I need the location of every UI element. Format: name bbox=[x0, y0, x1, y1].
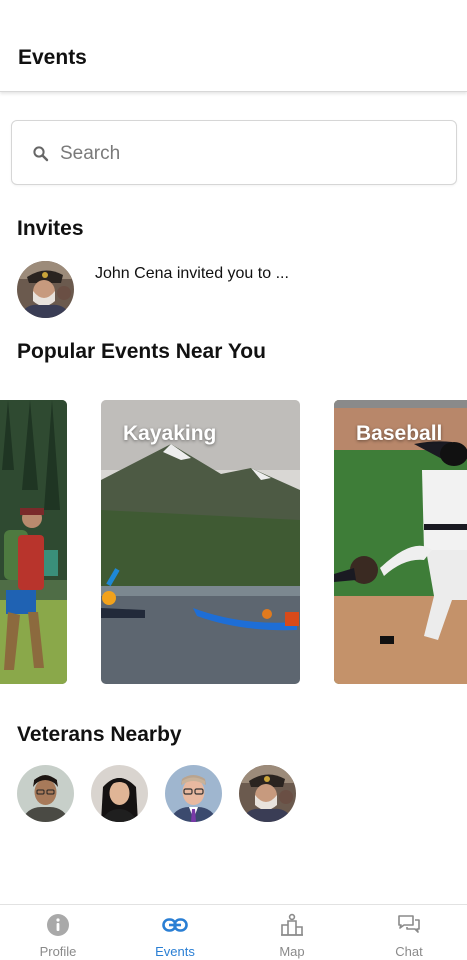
search-input[interactable] bbox=[60, 139, 440, 169]
invite-message[interactable]: John Cena invited you to ... bbox=[95, 265, 289, 283]
bottom-tab-bar: Profile Events Map Chat bbox=[0, 904, 467, 960]
event-card-title: Kayaking bbox=[123, 422, 217, 445]
link-icon bbox=[162, 918, 188, 932]
veteran-avatar[interactable] bbox=[165, 765, 222, 822]
search-bar[interactable] bbox=[11, 120, 457, 185]
tab-events[interactable]: Events bbox=[117, 905, 233, 960]
tab-label: Profile bbox=[39, 944, 77, 959]
event-card-title: Baseball bbox=[356, 422, 443, 445]
tab-chat[interactable]: Chat bbox=[351, 905, 467, 960]
page-title: Events bbox=[18, 46, 87, 69]
search-icon bbox=[33, 146, 49, 162]
chat-icon bbox=[398, 915, 420, 933]
map-icon bbox=[281, 913, 303, 936]
veteran-avatar[interactable] bbox=[91, 765, 148, 822]
event-card-kayaking[interactable]: Kayaking bbox=[101, 400, 300, 684]
tab-label: Chat bbox=[395, 944, 423, 959]
tab-map[interactable]: Map bbox=[234, 905, 350, 960]
event-card-hiking[interactable] bbox=[0, 400, 67, 684]
event-card-baseball[interactable]: Baseball bbox=[334, 400, 467, 684]
veterans-heading: Veterans Nearby bbox=[17, 723, 182, 746]
info-icon bbox=[47, 914, 69, 936]
invites-heading: Invites bbox=[17, 217, 84, 240]
tab-label: Map bbox=[279, 944, 305, 959]
app-header: Events bbox=[0, 0, 467, 92]
invite-avatar[interactable] bbox=[17, 261, 74, 318]
popular-events-heading: Popular Events Near You bbox=[17, 340, 266, 363]
veteran-avatar[interactable] bbox=[239, 765, 296, 822]
tab-profile[interactable]: Profile bbox=[0, 905, 116, 960]
veteran-avatar[interactable] bbox=[17, 765, 74, 822]
tab-label: Events bbox=[155, 944, 195, 959]
